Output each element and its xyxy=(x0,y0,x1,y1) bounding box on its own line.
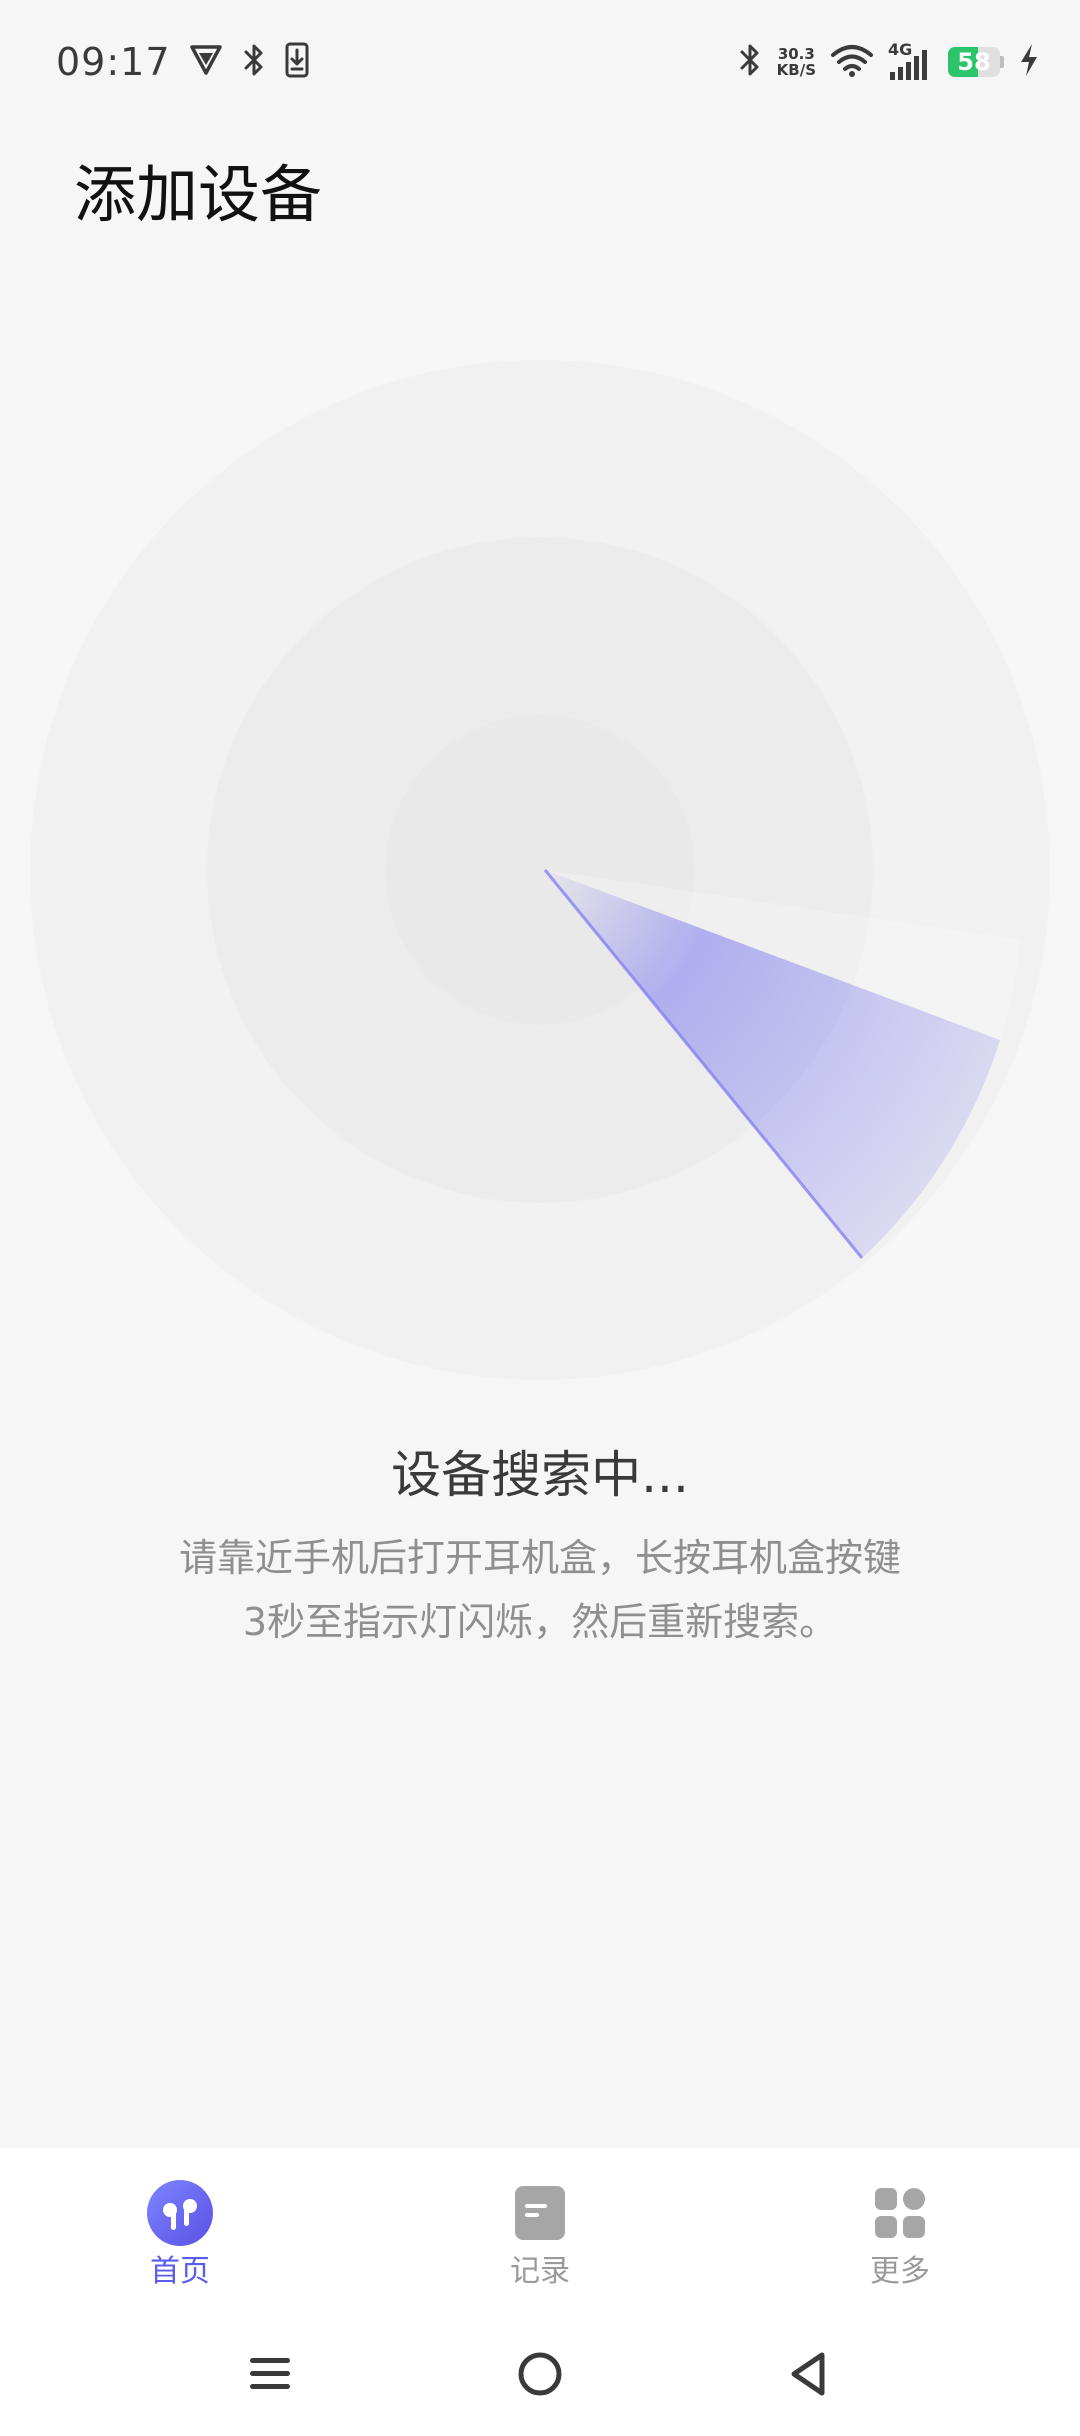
network-speed: 30.3 KB/S xyxy=(777,46,816,78)
nav-label-home: 首页 xyxy=(150,2254,210,2289)
status-bar-left: 09:17 xyxy=(56,34,329,90)
charging-icon xyxy=(1018,42,1040,82)
network-speed-unit: KB/S xyxy=(776,61,816,79)
menu-icon[interactable] xyxy=(234,2338,306,2410)
status-time: 09:17 xyxy=(56,40,171,84)
document-icon xyxy=(515,2186,565,2240)
home-icon[interactable] xyxy=(504,2338,576,2410)
bluetooth-icon xyxy=(243,43,265,81)
network-type: 4G xyxy=(888,40,913,59)
download-icon xyxy=(285,42,309,82)
page-title: 添加设备 xyxy=(74,158,323,231)
system-nav-bar xyxy=(0,2308,1080,2436)
status-bar-right: 30.3 KB/S 4G 58 xyxy=(725,34,1040,90)
bluetooth-icon xyxy=(739,43,761,81)
signal-icon: 4G xyxy=(888,40,932,82)
search-status-title: 设备搜索中... xyxy=(391,1446,689,1504)
network-speed-value: 30.3 xyxy=(777,45,815,63)
search-instructions: 请靠近手机后打开耳机盒，长按耳机盒按键 3秒至指示灯闪烁，然后重新搜索。 xyxy=(120,1526,960,1654)
earbuds-icon xyxy=(147,2180,213,2246)
status-bar: 09:17 30.3 KB/S 4G 58 xyxy=(0,0,1080,124)
nav-item-home[interactable]: 首页 xyxy=(0,2148,360,2308)
vpn-shield-icon xyxy=(189,43,223,81)
nav-label-records: 记录 xyxy=(510,2254,570,2289)
battery-indicator: 58 xyxy=(948,47,1004,77)
battery-level: 58 xyxy=(957,48,991,76)
back-icon[interactable] xyxy=(772,2338,844,2410)
search-instructions-line2: 3秒至指示灯闪烁，然后重新搜索。 xyxy=(242,1600,838,1644)
nav-label-more: 更多 xyxy=(870,2254,930,2289)
radar-scanner xyxy=(0,340,1080,1400)
search-instructions-line1: 请靠近手机后打开耳机盒，长按耳机盒按键 xyxy=(178,1536,901,1580)
nav-item-more[interactable]: 更多 xyxy=(720,2148,1080,2308)
bottom-nav: 首页 记录 更多 xyxy=(0,2148,1080,2308)
grid-icon xyxy=(875,2188,925,2238)
wifi-icon xyxy=(830,43,874,81)
nav-item-records[interactable]: 记录 xyxy=(360,2148,720,2308)
